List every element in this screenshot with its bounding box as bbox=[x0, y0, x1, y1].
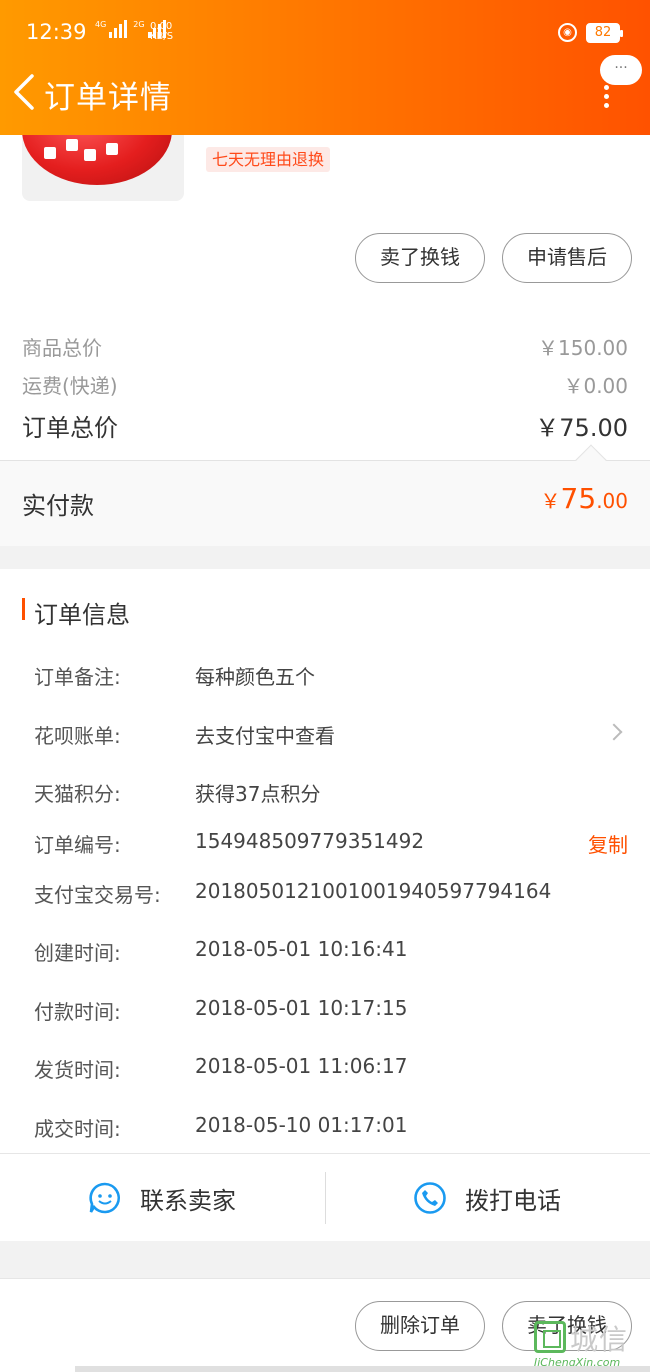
sell-for-cash-button[interactable]: 卖了换钱 bbox=[355, 233, 485, 283]
contact-seller-label: 联系卖家 bbox=[140, 1186, 236, 1215]
shipping-row: 运费(快递) ￥0.00 bbox=[22, 370, 628, 398]
more-bubble[interactable]: ··· bbox=[600, 55, 642, 85]
shipping-label: 运费(快递) bbox=[22, 374, 118, 398]
delete-order-button[interactable]: 删除订单 bbox=[355, 1301, 485, 1351]
return-policy-tag: 七天无理由退换 bbox=[206, 147, 331, 172]
paid-amount: ￥75.00 bbox=[540, 482, 628, 515]
product-card: 七天无理由退换 卖了换钱 申请售后 bbox=[0, 135, 650, 310]
watermark-logo: 城信 JiChengXin.com bbox=[534, 1321, 629, 1369]
product-image[interactable] bbox=[22, 135, 184, 201]
shipping-value: ￥0.00 bbox=[563, 374, 628, 398]
section-accent-bar bbox=[22, 598, 25, 620]
status-bar: 12:39 4G 2G 0.00 KB/S ◉ 82 bbox=[0, 14, 650, 54]
order-total-label: 订单总价 bbox=[22, 414, 118, 442]
chevron-left-icon bbox=[14, 74, 34, 110]
chevron-right-icon bbox=[605, 723, 623, 741]
phone-icon bbox=[414, 1182, 446, 1214]
order-info-title: 订单信息 bbox=[34, 601, 130, 629]
status-time: 12:39 bbox=[26, 20, 87, 44]
more-options-icon[interactable] bbox=[600, 85, 614, 109]
call-phone-label: 拨打电话 bbox=[465, 1186, 561, 1215]
goods-total-value: ￥150.00 bbox=[538, 336, 628, 360]
goods-total-row: 商品总价 ￥150.00 bbox=[22, 332, 628, 360]
header-bar: 12:39 4G 2G 0.00 KB/S ◉ 82 订单详情 ··· bbox=[0, 0, 650, 135]
battery-icon: 82 bbox=[586, 23, 623, 43]
chat-bubble-icon bbox=[89, 1182, 121, 1214]
call-phone-button[interactable]: 拨打电话 bbox=[413, 1154, 561, 1242]
order-info-section: 订单信息 订单备注: 每种颜色五个 花呗账单: 去支付宝中查看 天猫积分: 获得… bbox=[0, 569, 650, 1153]
paid-label: 实付款 bbox=[22, 492, 94, 520]
watermark-icon bbox=[534, 1321, 566, 1353]
order-total-row: 订单总价 ￥75.00 bbox=[22, 408, 628, 442]
price-summary: 商品总价 ￥150.00 运费(快递) ￥0.00 订单总价 ￥75.00 bbox=[0, 310, 650, 460]
bottom-strip bbox=[75, 1366, 650, 1372]
contact-seller-button[interactable]: 联系卖家 bbox=[88, 1154, 236, 1242]
network-speed: 0.00 KB/S bbox=[150, 21, 174, 42]
lock-icon: ◉ bbox=[558, 23, 577, 42]
goods-total-label: 商品总价 bbox=[22, 336, 102, 360]
after-sale-button[interactable]: 申请售后 bbox=[502, 233, 632, 283]
order-total-value: ￥75.00 bbox=[535, 414, 628, 442]
page-title: 订单详情 bbox=[44, 80, 172, 116]
paid-amount-row: 实付款 ￥75.00 bbox=[0, 444, 650, 546]
copy-button[interactable]: 复制 bbox=[588, 829, 628, 858]
back-button[interactable] bbox=[10, 72, 40, 112]
contact-bar: 联系卖家 拨打电话 bbox=[0, 1153, 650, 1241]
signal-4g-icon: 4G bbox=[95, 20, 128, 38]
